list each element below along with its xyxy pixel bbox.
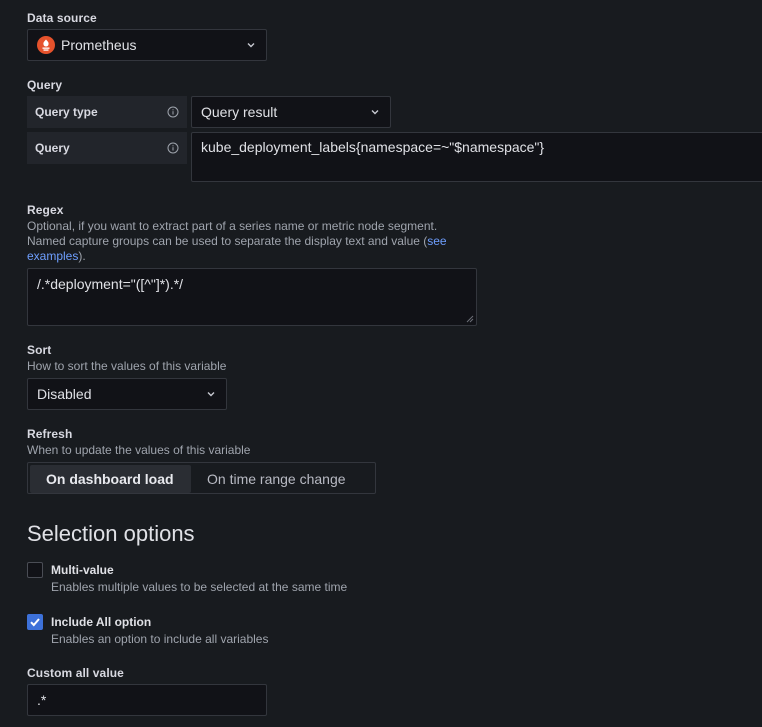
multi-value-title: Multi-value — [51, 563, 114, 577]
query-type-label: Query type — [35, 105, 98, 119]
custom-all-value-text: .* — [37, 692, 47, 708]
data-source-value: Prometheus — [61, 37, 137, 53]
regex-desc-line-3: examples). — [27, 249, 507, 264]
query-field-label-box: Query — [27, 132, 187, 164]
regex-label: Regex — [27, 203, 64, 217]
info-icon[interactable] — [167, 142, 179, 154]
query-type-label-box: Query type — [27, 96, 187, 128]
examples-link[interactable]: examples — [27, 249, 78, 263]
regex-input-value: /.*deployment="([^"]*).*/ — [37, 276, 184, 292]
selection-options-heading: Selection options — [27, 521, 195, 546]
sort-description: How to sort the values of this variable — [27, 359, 227, 373]
sort-select[interactable]: Disabled — [27, 378, 227, 410]
chevron-down-icon — [245, 39, 257, 51]
include-all-checkbox[interactable] — [27, 614, 43, 630]
regex-desc-text: Named capture groups can be used to sepa… — [27, 234, 428, 248]
refresh-radio-group: On dashboard load On time range change — [27, 462, 376, 494]
regex-desc-line-2: Named capture groups can be used to sepa… — [27, 234, 507, 249]
include-all-description: Enables an option to include all variabl… — [51, 632, 269, 646]
query-input[interactable]: kube_deployment_labels{namespace=~"$name… — [191, 132, 762, 182]
prometheus-icon — [37, 36, 55, 54]
chevron-down-icon — [205, 388, 217, 400]
include-all-title: Include All option — [51, 615, 152, 629]
resize-grip-icon[interactable] — [466, 315, 474, 323]
multi-value-description: Enables multiple values to be selected a… — [51, 580, 348, 594]
query-type-value: Query result — [201, 104, 278, 120]
regex-desc-line-1: Optional, if you want to extract part of… — [27, 219, 438, 233]
sort-label: Sort — [27, 343, 52, 357]
info-icon[interactable] — [167, 106, 179, 118]
data-source-select[interactable]: Prometheus — [27, 29, 267, 61]
regex-desc-tail: ). — [78, 249, 86, 263]
query-input-value: kube_deployment_labels{namespace=~"$name… — [201, 139, 545, 155]
query-section-label: Query — [27, 78, 63, 92]
refresh-option-dashboard-load[interactable]: On dashboard load — [30, 465, 191, 493]
checkmark-icon — [30, 618, 40, 627]
refresh-option-time-range-change[interactable]: On time range change — [191, 465, 362, 493]
chevron-down-icon — [369, 106, 381, 118]
data-source-label: Data source — [27, 11, 97, 25]
refresh-label: Refresh — [27, 427, 73, 441]
custom-all-value-label: Custom all value — [27, 666, 124, 680]
multi-value-checkbox[interactable] — [27, 562, 43, 578]
regex-input[interactable]: /.*deployment="([^"]*).*/ — [27, 268, 477, 326]
query-field-label: Query — [35, 141, 70, 155]
query-type-select[interactable]: Query result — [191, 96, 391, 128]
regex-description: Optional, if you want to extract part of… — [27, 219, 507, 264]
see-examples-link[interactable]: see — [427, 234, 446, 248]
custom-all-value-input[interactable]: .* — [27, 684, 267, 716]
refresh-description: When to update the values of this variab… — [27, 443, 251, 457]
sort-value: Disabled — [37, 386, 92, 402]
